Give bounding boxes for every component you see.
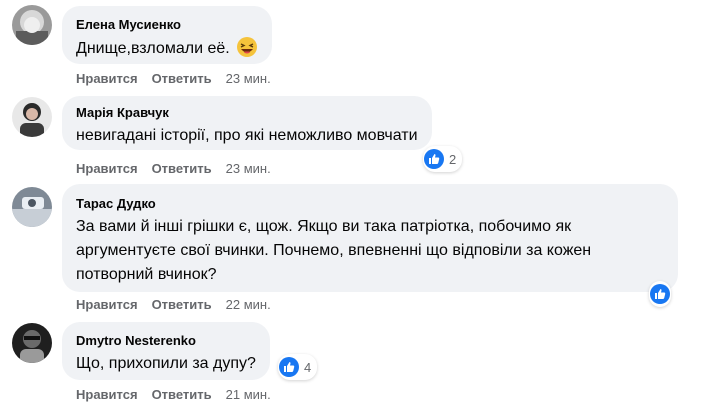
- comment-author[interactable]: Dmytro Nesterenko: [76, 332, 256, 350]
- like-button[interactable]: Нравится: [76, 297, 138, 312]
- reaction-summary[interactable]: 2: [423, 146, 463, 172]
- like-button[interactable]: Нравится: [76, 161, 138, 176]
- comment-actions: Нравится Ответить 23 мин.: [76, 161, 271, 177]
- reaction-count: 4: [304, 359, 312, 375]
- like-icon: [650, 284, 670, 304]
- comment-bubble: Марія Кравчук невигадані історії, про як…: [62, 96, 432, 150]
- comment-bubble: Тарас Дудко За вами й інші грішки є, щож…: [62, 184, 678, 292]
- avatar[interactable]: [12, 323, 52, 363]
- like-icon: [424, 149, 444, 169]
- comment-body: Днище,взломали её.: [76, 36, 258, 61]
- reaction-summary[interactable]: [649, 281, 671, 307]
- like-icon: [279, 357, 299, 377]
- avatar[interactable]: [12, 97, 52, 137]
- comment-actions: Нравится Ответить 23 мин.: [76, 71, 271, 87]
- comment-author[interactable]: Тарас Дудко: [76, 195, 664, 213]
- timestamp[interactable]: 22 мин.: [226, 297, 271, 312]
- avatar[interactable]: [12, 5, 52, 45]
- timestamp[interactable]: 21 мин.: [226, 387, 271, 402]
- timestamp[interactable]: 23 мин.: [226, 161, 271, 176]
- comment-text: Днище,взломали её.: [76, 40, 230, 57]
- timestamp[interactable]: 23 мин.: [226, 71, 271, 86]
- comment-bubble: Dmytro Nesterenko Що, прихопили за дупу?: [62, 322, 270, 380]
- reaction-count: 2: [449, 151, 457, 167]
- comment-text: За вами й інші грішки є, щож. Якщо ви та…: [76, 218, 592, 283]
- reply-button[interactable]: Ответить: [152, 161, 212, 176]
- comment-actions: Нравится Ответить 22 мин.: [76, 297, 271, 313]
- comment-bubble: Елена Мусиенко Днище,взломали её.: [62, 6, 272, 64]
- comment-text: Що, прихопили за дупу?: [76, 355, 256, 372]
- avatar[interactable]: [12, 187, 52, 227]
- reply-button[interactable]: Ответить: [152, 71, 212, 86]
- like-button[interactable]: Нравится: [76, 387, 138, 402]
- like-button[interactable]: Нравится: [76, 71, 138, 86]
- reply-button[interactable]: Ответить: [152, 387, 212, 402]
- reply-button[interactable]: Ответить: [152, 297, 212, 312]
- reaction-summary[interactable]: 4: [278, 354, 318, 380]
- comment-author[interactable]: Елена Мусиенко: [76, 16, 258, 34]
- comment-author[interactable]: Марія Кравчук: [76, 104, 418, 122]
- comment-actions: Нравится Ответить 21 мин.: [76, 387, 271, 403]
- comment-text: невигадані історії, про які неможливо мо…: [76, 127, 418, 144]
- laughing-emoji-icon: [236, 36, 258, 58]
